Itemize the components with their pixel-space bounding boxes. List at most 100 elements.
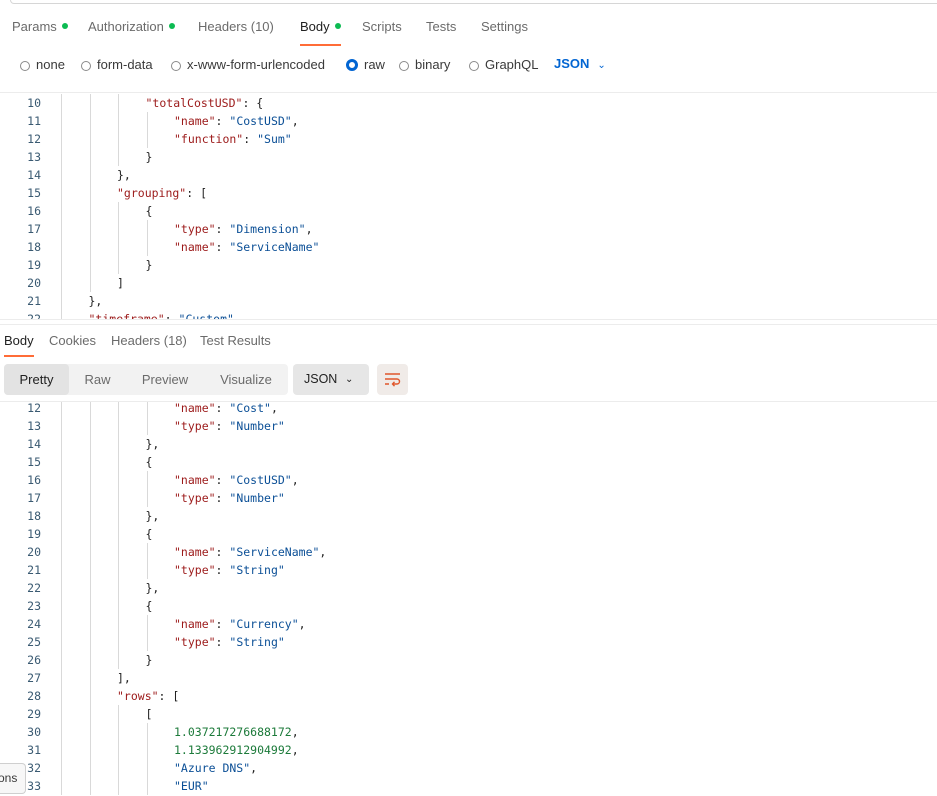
code-line: 23 { [0,597,937,615]
code-line: 15 "grouping": [ [0,184,937,202]
radio-label: form-data [97,57,153,72]
json-string: "ServiceName" [229,545,320,559]
code-line: 27], [0,669,937,687]
indent-guide [61,274,62,292]
indent-guide [89,525,91,543]
line-number: 25 [27,635,41,649]
response-body-viewer[interactable]: 12 "name": "Cost", 13 "type": "Number" 14}, 1… [0,401,937,796]
code-text: "name": "ServiceName", [174,543,326,561]
response-tab-cookies[interactable]: Cookies [49,333,96,348]
code-line: 17 "type": "Dimension", [0,220,937,238]
code-text: }, [146,435,160,453]
indent-guide [61,292,62,310]
tab-headers-10[interactable]: Headers (10) [198,19,274,34]
json-punctuation: : [215,401,230,415]
code-text: } [146,148,153,166]
line-number: 11 [27,114,41,128]
wrap-lines-button[interactable] [377,364,408,395]
indent-guide [61,471,62,489]
code-text: } [146,651,153,669]
indent-guide [89,705,91,723]
line-number: 12 [27,401,41,415]
tab-authorization[interactable]: Authorization [88,19,175,34]
response-tab-test-results[interactable]: Test Results [200,333,271,348]
indent-guide [118,615,119,633]
response-tab-body[interactable]: Body [4,333,34,357]
json-key: "name" [174,617,216,631]
indent-guide [118,579,119,597]
view-visualize-button[interactable]: Visualize [204,364,288,395]
json-key: "name" [174,473,216,487]
code-line: 26} [0,651,937,669]
indent-guide [89,453,91,471]
radio-none[interactable]: none [20,57,65,72]
line-number: 30 [27,725,41,739]
line-number: 16 [27,204,41,218]
request-body-editor[interactable]: 10 "totalCostUSD": {11 "name": "CostUSD", 1… [0,92,937,320]
code-text: 1.133962912904992, [174,741,299,759]
radio-binary[interactable]: binary [399,57,450,72]
indent-guide [61,723,62,741]
json-string: "String" [229,635,285,649]
json-key: "name" [174,545,216,559]
view-pretty-button[interactable]: Pretty [4,364,69,395]
code-text: { [146,525,153,543]
code-line: 16 "name": "CostUSD", [0,471,937,489]
indent-guide [61,759,62,777]
tab-settings[interactable]: Settings [481,19,528,34]
indent-guide [61,453,62,471]
view-raw-button[interactable]: Raw [69,364,126,395]
code-line: 13 "type": "Number" [0,417,937,435]
code-text: "name": "CostUSD", [174,471,299,489]
indent-guide [89,615,91,633]
view-preview-button[interactable]: Preview [126,364,204,395]
json-key: "type" [174,419,216,433]
json-punctuation: : [215,617,230,631]
json-punctuation: , [291,114,299,128]
indent-guide [118,130,119,148]
tab-label: Test Results [200,333,271,348]
json-punctuation: , [291,725,299,739]
json-punctuation: : [215,545,230,559]
response-tab-headers-18[interactable]: Headers (18) [111,333,187,348]
tab-tests[interactable]: Tests [426,19,456,34]
tab-params[interactable]: Params [12,19,68,34]
code-text: "type": "String" [174,633,285,651]
line-number: 22 [27,312,41,320]
indent-guide [118,148,119,166]
json-string: "Custom" [178,312,234,320]
tab-scripts[interactable]: Scripts [362,19,402,34]
indent-guide [61,579,62,597]
radio-raw[interactable]: raw [346,57,385,72]
code-line: 31 1.133962912904992, [0,741,937,759]
json-key: "type" [174,563,216,577]
radio-x-www-form-urlencoded[interactable]: x-www-form-urlencoded [171,57,325,72]
indent-guide [61,310,62,319]
indent-guide [89,669,91,687]
indent-guide [61,705,62,723]
body-format-select[interactable]: JSON ⌄ [554,56,606,71]
response-tabs: Body Cookies Headers (18) Test Results [0,324,937,357]
response-view-toggle: Pretty Raw Preview Visualize [4,364,288,395]
radio-form-data[interactable]: form-data [81,57,153,72]
code-line: 30 1.037217276688172, [0,723,937,741]
code-line: 21 "type": "String" [0,561,937,579]
active-tab-underline [4,355,34,357]
json-string: "Number" [229,491,285,505]
response-format-label: JSON [304,372,338,386]
json-punctuation: } [145,258,153,272]
json-string: "CostUSD" [229,473,292,487]
status-dot-icon [61,23,68,29]
code-text: ] [117,274,124,292]
response-format-select[interactable]: JSON ⌄ [293,364,369,395]
indent-guide [61,112,62,130]
tab-body[interactable]: Body [300,19,341,46]
wrap-lines-icon [385,373,401,387]
radio-graphql[interactable]: GraphQL [469,57,538,72]
json-number: 1.133962912904992 [174,743,292,757]
line-number: 16 [27,473,41,487]
code-line: 18 "name": "ServiceName" [0,238,937,256]
json-string: "Number" [229,419,285,433]
side-panel-tab[interactable]: ons [0,763,26,794]
indent-guide [118,741,119,759]
